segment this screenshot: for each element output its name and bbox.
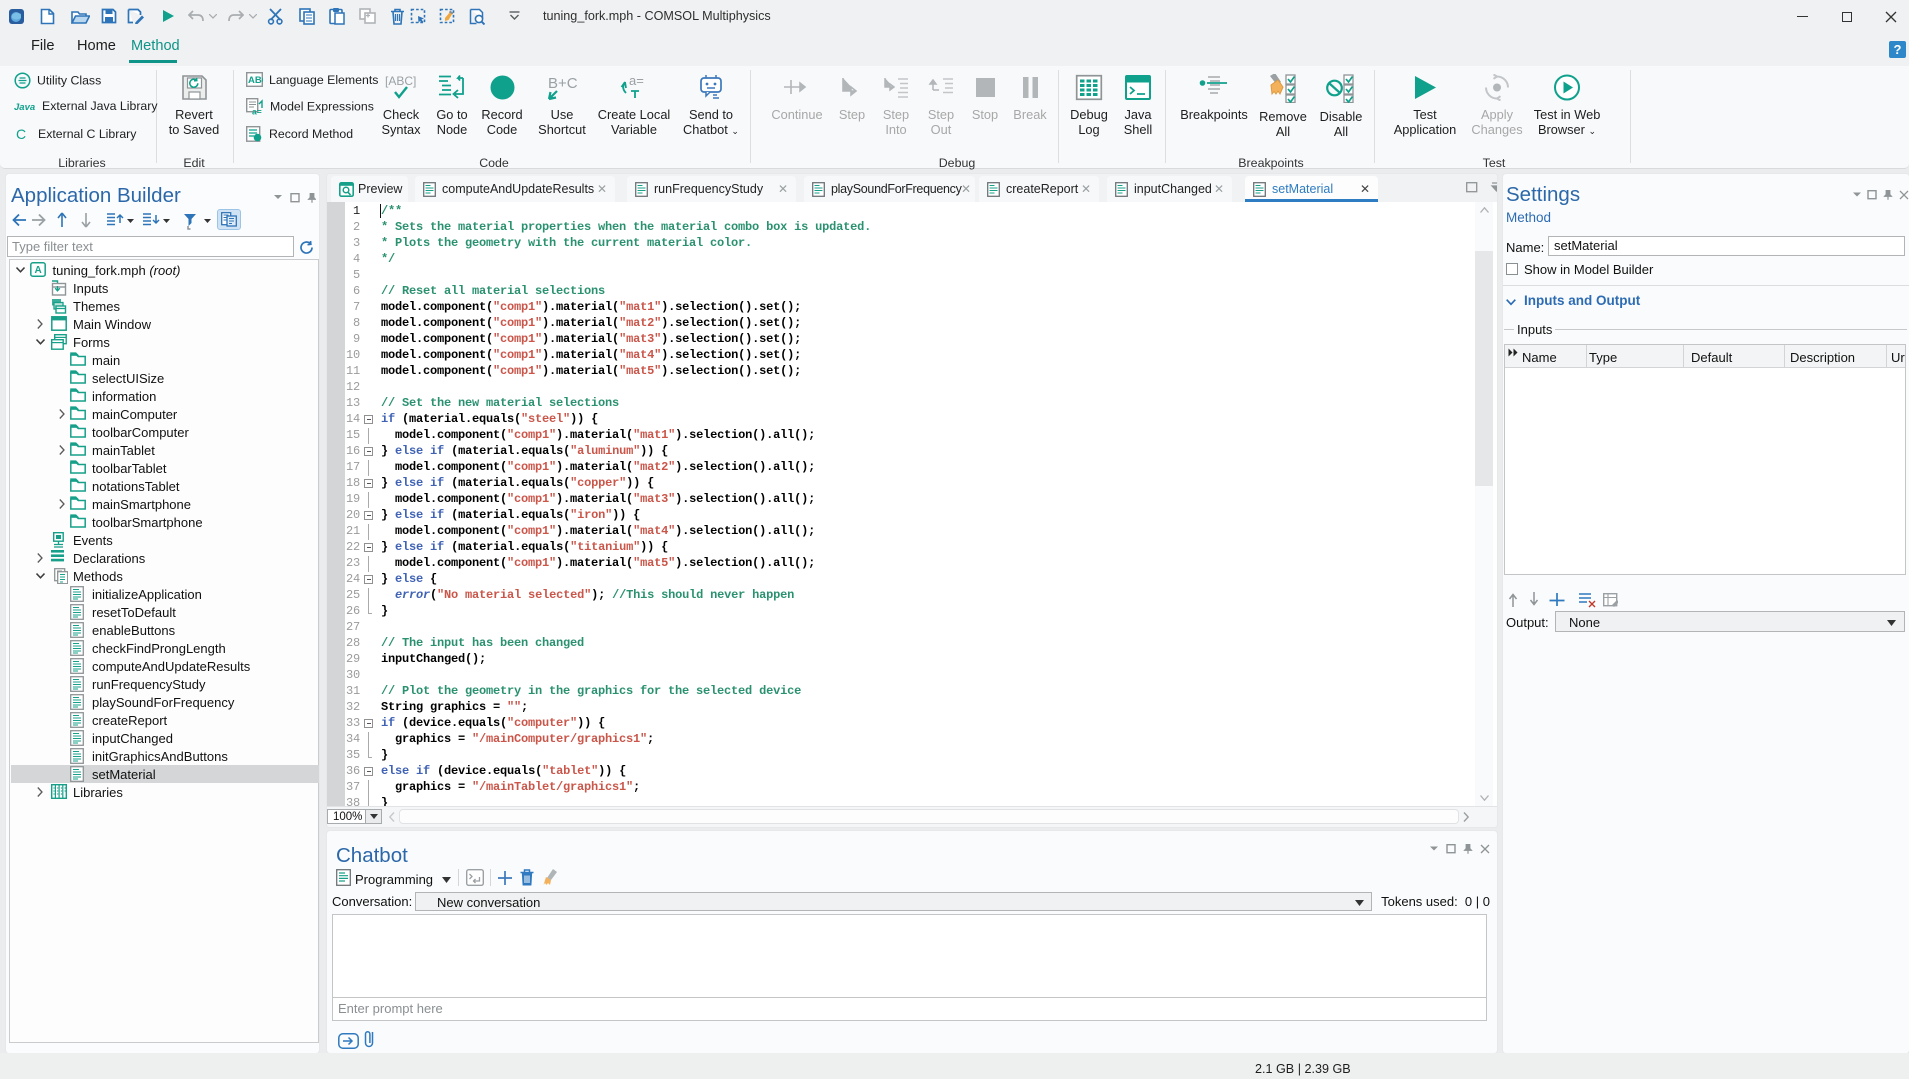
svg-text:[ABC]: [ABC] [385,74,416,88]
svg-text:Java: Java [14,102,35,113]
svg-text:C: C [16,126,26,142]
svg-text:a=: a= [252,107,262,116]
svg-text:B+C: B+C [548,75,578,92]
svg-text:ABC: ABC [248,75,263,86]
svg-text:A: A [35,265,42,276]
svg-text:a=: a= [629,74,644,88]
